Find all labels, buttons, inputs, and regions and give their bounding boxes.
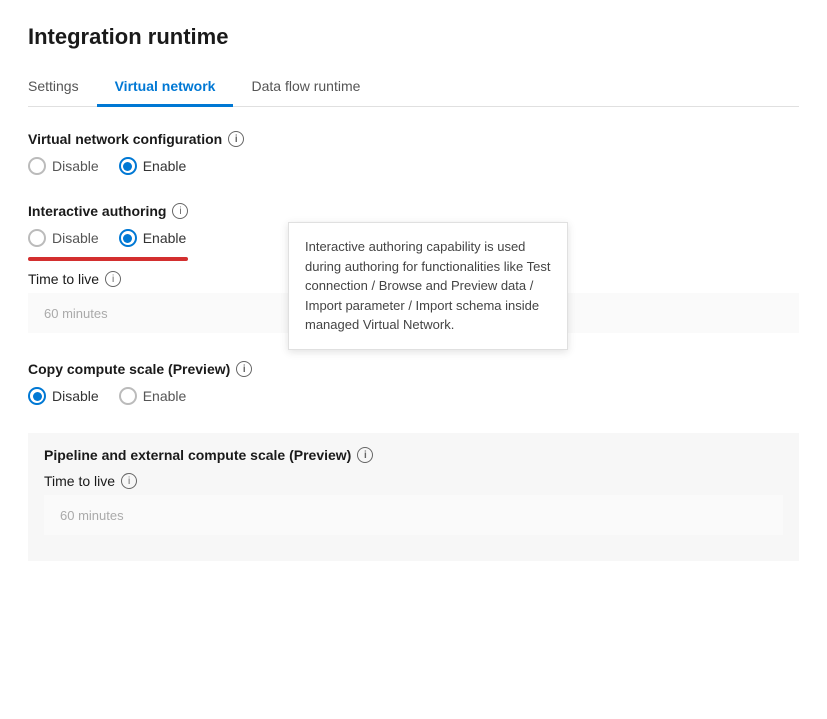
copy-compute-title: Copy compute scale (Preview) i: [28, 361, 799, 377]
copy-compute-label: Copy compute scale (Preview): [28, 361, 230, 377]
vn-enable-label: Enable: [143, 158, 187, 174]
time-to-live-1-label: Time to live: [28, 271, 99, 287]
progress-bar: [28, 257, 188, 261]
time-to-live-1-value: 60 minutes: [44, 306, 108, 321]
copy-compute-info-icon[interactable]: i: [236, 361, 252, 377]
virtual-network-config-info-icon[interactable]: i: [228, 131, 244, 147]
vn-disable-radio[interactable]: [28, 157, 46, 175]
cc-disable-radio[interactable]: [28, 387, 46, 405]
copy-compute-radio-group: Disable Enable: [28, 387, 799, 405]
interactive-authoring-label: Interactive authoring: [28, 203, 166, 219]
interactive-authoring-info-icon[interactable]: i: [172, 203, 188, 219]
tab-data-flow-runtime[interactable]: Data flow runtime: [233, 68, 378, 107]
ia-disable-radio[interactable]: [28, 229, 46, 247]
vn-disable-label: Disable: [52, 158, 99, 174]
tooltip-text: Interactive authoring capability is used…: [305, 239, 550, 332]
pipeline-external-info-icon[interactable]: i: [357, 447, 373, 463]
tab-bar: Settings Virtual network Data flow runti…: [28, 68, 799, 107]
time-to-live-2-input-box: 60 minutes: [44, 495, 783, 535]
ia-enable-radio[interactable]: [119, 229, 137, 247]
tab-settings[interactable]: Settings: [28, 68, 97, 107]
time-to-live-2-row: Time to live i: [44, 473, 783, 489]
copy-compute-section: Copy compute scale (Preview) i Disable E…: [28, 361, 799, 405]
cc-disable-option[interactable]: Disable: [28, 387, 99, 405]
vn-enable-option[interactable]: Enable: [119, 157, 187, 175]
cc-disable-label: Disable: [52, 388, 99, 404]
pipeline-external-section: Pipeline and external compute scale (Pre…: [28, 433, 799, 561]
time-to-live-2-value: 60 minutes: [60, 508, 124, 523]
ia-disable-label: Disable: [52, 230, 99, 246]
ia-enable-option[interactable]: Enable: [119, 229, 187, 247]
page-title: Integration runtime: [28, 24, 799, 50]
cc-enable-option[interactable]: Enable: [119, 387, 187, 405]
virtual-network-config-section: Virtual network configuration i Disable …: [28, 131, 799, 175]
vn-enable-radio[interactable]: [119, 157, 137, 175]
ia-enable-label: Enable: [143, 230, 187, 246]
virtual-network-config-title: Virtual network configuration i: [28, 131, 799, 147]
pipeline-external-label: Pipeline and external compute scale (Pre…: [44, 447, 351, 463]
interactive-authoring-title-row: Interactive authoring i: [28, 203, 799, 219]
time-to-live-1-info-icon[interactable]: i: [105, 271, 121, 287]
time-to-live-2-label: Time to live: [44, 473, 115, 489]
cc-enable-radio[interactable]: [119, 387, 137, 405]
virtual-network-radio-group: Disable Enable: [28, 157, 799, 175]
ia-disable-option[interactable]: Disable: [28, 229, 99, 247]
virtual-network-config-label: Virtual network configuration: [28, 131, 222, 147]
cc-enable-label: Enable: [143, 388, 187, 404]
interactive-authoring-tooltip: Interactive authoring capability is used…: [288, 222, 568, 350]
vn-disable-option[interactable]: Disable: [28, 157, 99, 175]
time-to-live-2-info-icon[interactable]: i: [121, 473, 137, 489]
tab-virtual-network[interactable]: Virtual network: [97, 68, 234, 107]
pipeline-external-title: Pipeline and external compute scale (Pre…: [44, 447, 783, 463]
